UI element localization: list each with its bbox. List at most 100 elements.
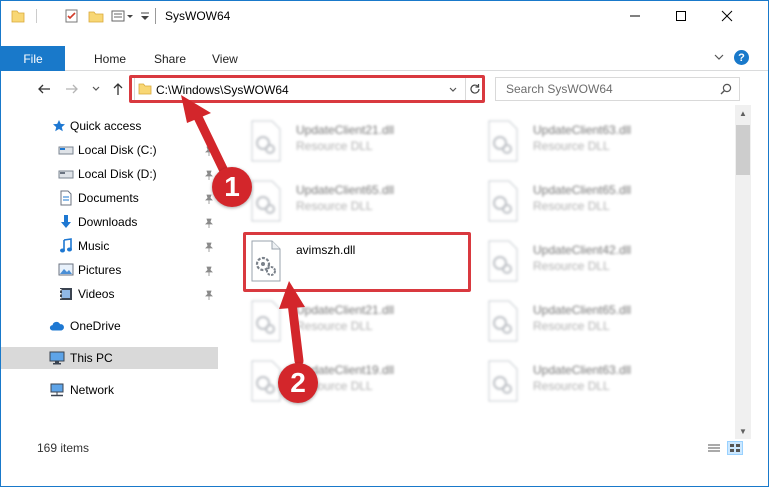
sidebar-item-documents[interactable]: Documents xyxy=(1,187,218,209)
customize-toolbar-icon[interactable] xyxy=(111,8,133,24)
tab-view[interactable]: View xyxy=(212,52,238,66)
sidebar-item-local-disk-c[interactable]: Local Disk (C:) xyxy=(1,139,218,161)
close-icon xyxy=(721,10,733,22)
drive-icon xyxy=(58,166,74,182)
search-box[interactable] xyxy=(495,77,740,101)
videos-icon xyxy=(58,286,74,302)
pin-icon[interactable] xyxy=(204,289,214,303)
pictures-icon xyxy=(58,262,74,278)
file-tile[interactable]: UpdateClient42.dll Resource DLL xyxy=(485,235,705,289)
sidebar-item-label: This PC xyxy=(70,351,113,365)
sidebar-item-label: Quick access xyxy=(70,119,142,133)
sidebar-item-videos[interactable]: Videos xyxy=(1,283,218,305)
cloud-icon xyxy=(49,318,65,334)
pin-icon[interactable] xyxy=(204,217,214,231)
forward-button[interactable] xyxy=(63,79,81,99)
sidebar-item-music[interactable]: Music xyxy=(1,235,218,257)
folder-icon xyxy=(11,8,25,24)
scroll-down-icon[interactable]: ▼ xyxy=(739,427,747,436)
file-name: UpdateClient21.dll xyxy=(296,123,395,137)
title-bar: SysWOW64 xyxy=(1,1,768,31)
quick-access-dropdown-icon[interactable] xyxy=(140,8,150,24)
file-explorer-window: SysWOW64 File Home Share View ? C:\Windo… xyxy=(0,0,769,487)
dll-file-icon xyxy=(251,300,281,342)
file-name: UpdateClient21.dll xyxy=(296,303,395,317)
status-bar: 169 items xyxy=(1,438,768,458)
up-arrow-icon xyxy=(113,83,123,95)
file-tile[interactable]: UpdateClient65.dll Resource DLL xyxy=(485,175,705,229)
item-count: 169 items xyxy=(37,441,90,455)
sidebar-item-label: Local Disk (C:) xyxy=(78,143,157,157)
file-type: Resource DLL xyxy=(533,259,610,273)
step-1-badge: 1 xyxy=(212,167,252,207)
address-bar-highlight xyxy=(129,75,485,103)
file-tile[interactable]: UpdateClient63.dll Resource DLL xyxy=(485,355,705,409)
sidebar-item-label: Documents xyxy=(78,191,139,205)
pin-icon[interactable] xyxy=(204,145,214,159)
pin-icon[interactable] xyxy=(204,265,214,279)
sidebar-item-label: Videos xyxy=(78,287,115,301)
file-tile[interactable]: UpdateClient65.dll Resource DLL xyxy=(248,175,468,229)
file-tile[interactable]: UpdateClient63.dll Resource DLL xyxy=(485,115,705,169)
sidebar-item-label: Network xyxy=(70,383,115,397)
details-view-button[interactable] xyxy=(706,441,722,455)
file-tile[interactable]: UpdateClient21.dll Resource DLL xyxy=(248,115,468,169)
file-type: Resource DLL xyxy=(533,199,610,213)
search-icon[interactable] xyxy=(720,83,732,98)
file-type: Resource DLL xyxy=(533,139,610,153)
minimize-button[interactable] xyxy=(612,1,658,31)
pin-icon[interactable] xyxy=(204,241,214,255)
title-separator xyxy=(155,8,156,24)
file-name: UpdateClient63.dll xyxy=(533,363,632,377)
dll-file-icon xyxy=(488,120,518,162)
properties-icon[interactable] xyxy=(64,8,80,24)
sidebar-item-onedrive[interactable]: OneDrive xyxy=(1,315,218,337)
close-button[interactable] xyxy=(704,1,750,31)
scroll-up-icon[interactable]: ▲ xyxy=(739,109,747,118)
sidebar-item-label: Downloads xyxy=(78,215,138,229)
star-icon xyxy=(51,118,67,134)
file-type: Resource DLL xyxy=(296,139,373,153)
file-type: Resource DLL xyxy=(533,379,610,393)
forward-arrow-icon xyxy=(66,84,78,94)
maximize-icon xyxy=(676,11,686,21)
file-tile[interactable]: UpdateClient21.dll Resource DLL xyxy=(248,295,468,349)
sidebar-item-label: OneDrive xyxy=(70,319,121,333)
search-input[interactable] xyxy=(496,78,716,100)
file-type: Resource DLL xyxy=(296,319,373,333)
tab-file[interactable]: File xyxy=(1,46,65,71)
navigation-pane: Quick access Local Disk (C:) Local Disk … xyxy=(1,111,219,431)
chevron-down-icon xyxy=(92,86,100,91)
recent-locations-button[interactable] xyxy=(87,79,105,99)
file-name: UpdateClient65.dll xyxy=(533,303,632,317)
scroll-thumb[interactable] xyxy=(736,125,750,175)
sidebar-item-network[interactable]: Network xyxy=(1,379,218,401)
back-button[interactable] xyxy=(35,79,53,99)
dll-file-icon xyxy=(488,300,518,342)
up-button[interactable] xyxy=(109,79,127,99)
vertical-scrollbar[interactable]: ▲ ▼ xyxy=(735,105,751,439)
tab-share[interactable]: Share xyxy=(154,52,186,66)
file-tile[interactable]: UpdateClient65.dll Resource DLL xyxy=(485,295,705,349)
back-arrow-icon xyxy=(38,84,50,94)
file-name: UpdateClient63.dll xyxy=(533,123,632,137)
help-button[interactable]: ? xyxy=(734,50,749,65)
sidebar-item-this-pc[interactable]: This PC xyxy=(1,347,218,369)
file-highlight xyxy=(243,232,471,292)
window-title: SysWOW64 xyxy=(165,9,231,23)
tiles-view-button[interactable] xyxy=(727,441,743,455)
new-folder-icon[interactable] xyxy=(88,8,104,24)
tab-home[interactable]: Home xyxy=(94,52,126,66)
file-type: Resource DLL xyxy=(533,319,610,333)
pin-icon[interactable] xyxy=(204,193,214,207)
sidebar-item-pictures[interactable]: Pictures xyxy=(1,259,218,281)
details-view-icon xyxy=(708,444,720,452)
file-name: UpdateClient42.dll xyxy=(533,243,632,257)
network-icon xyxy=(49,382,65,398)
sidebar-item-local-disk-d[interactable]: Local Disk (D:) xyxy=(1,163,218,185)
maximize-button[interactable] xyxy=(658,1,704,31)
sidebar-item-quick-access[interactable]: Quick access xyxy=(1,115,218,137)
ribbon-tabs: File Home Share View ? xyxy=(1,46,768,71)
sidebar-item-downloads[interactable]: Downloads xyxy=(1,211,218,233)
expand-ribbon-icon[interactable] xyxy=(713,51,725,66)
